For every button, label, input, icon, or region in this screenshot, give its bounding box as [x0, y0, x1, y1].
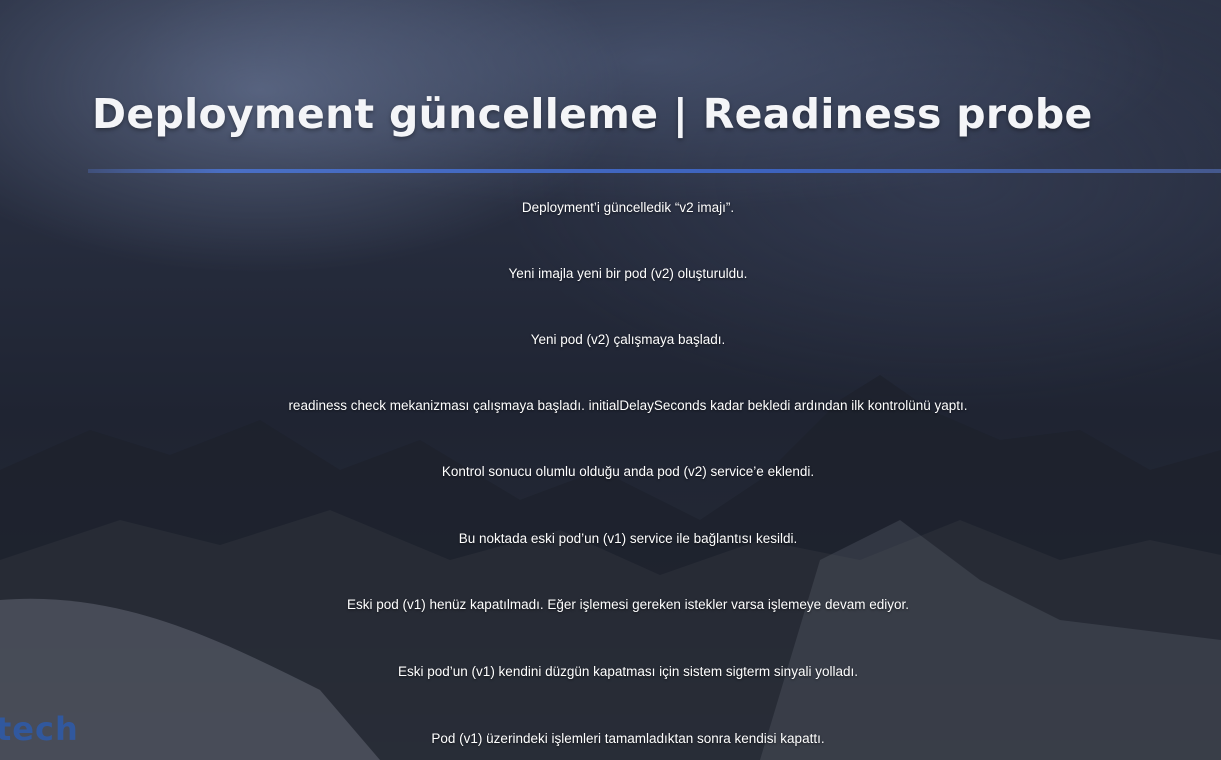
steps-list: Deployment’i güncelledik “v2 imajı”. Yen… — [0, 0, 1221, 760]
step-text: Bu noktada eski pod’un (v1) service ile … — [458, 531, 798, 546]
step-text: Pod (v1) üzerindeki işlemleri tamamladık… — [431, 731, 825, 746]
step-text: Eski pod’un (v1) kendini düzgün kapatmas… — [398, 664, 858, 679]
step-text: Yeni imajla yeni bir pod (v2) oluşturuld… — [508, 266, 748, 281]
step-text: Eski pod (v1) henüz kapatılmadı. Eğer iş… — [346, 597, 909, 612]
step-text: Deployment’i güncelledik “v2 imajı”. — [521, 200, 735, 215]
step-text: readiness check mekanizması çalışmaya ba… — [288, 398, 968, 413]
step-text: Kontrol sonucu olumlu olduğu anda pod (v… — [441, 464, 815, 479]
brand-logo: tech — [0, 710, 79, 748]
step-text: Yeni pod (v2) çalışmaya başladı. — [530, 332, 726, 347]
